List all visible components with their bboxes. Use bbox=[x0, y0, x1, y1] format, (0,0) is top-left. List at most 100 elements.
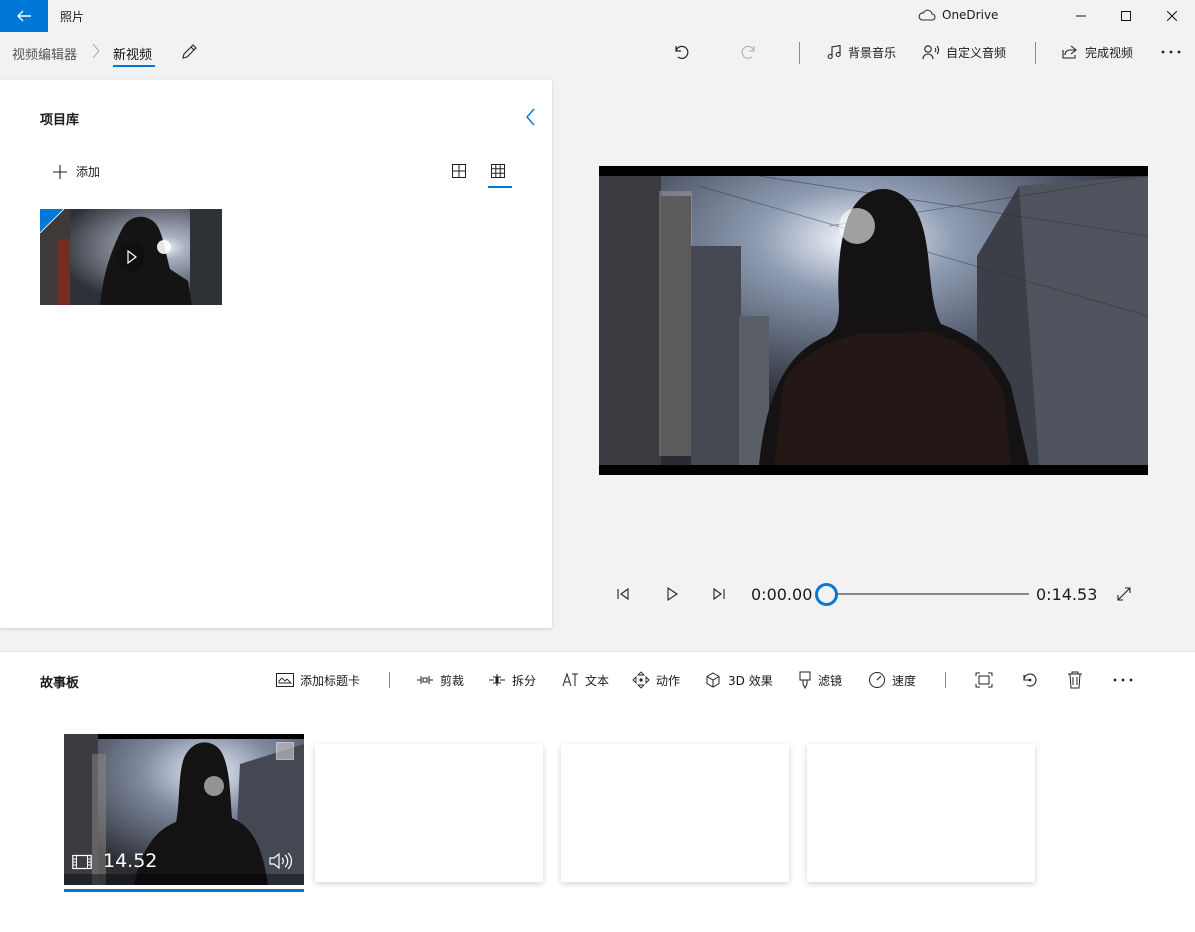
large-grid-view-button[interactable] bbox=[451, 163, 467, 182]
empty-clip-slot bbox=[315, 744, 543, 882]
trash-icon bbox=[1068, 671, 1082, 689]
video-frame-image bbox=[599, 166, 1148, 475]
step-back-icon bbox=[617, 587, 629, 601]
next-frame-button[interactable] bbox=[711, 586, 727, 605]
filter-brush-icon bbox=[799, 671, 811, 689]
grid-large-icon bbox=[452, 164, 466, 178]
storyboard-title: 故事板 bbox=[40, 676, 80, 691]
expand-icon bbox=[1117, 587, 1131, 601]
rotate-button[interactable] bbox=[1021, 669, 1039, 691]
custom-audio-label: 自定义音频 bbox=[946, 45, 1007, 60]
redo-button[interactable] bbox=[740, 40, 758, 64]
empty-clip-slot bbox=[561, 744, 789, 882]
redo-icon bbox=[741, 45, 755, 59]
finish-video-label: 完成视频 bbox=[1085, 45, 1134, 60]
storyboard-more-button[interactable] bbox=[1113, 669, 1133, 691]
add-title-card-button[interactable]: 添加标题卡 bbox=[276, 669, 360, 691]
speed-button[interactable]: 速度 bbox=[868, 669, 916, 691]
step-forward-icon bbox=[713, 587, 725, 601]
speed-label: 速度 bbox=[892, 673, 917, 688]
3d-effects-button[interactable]: 3D 效果 bbox=[704, 669, 773, 691]
seek-thumb[interactable] bbox=[814, 583, 838, 606]
chevron-right-icon bbox=[91, 42, 101, 63]
library-video-thumbnail[interactable] bbox=[40, 209, 222, 305]
film-strip-icon bbox=[72, 854, 92, 870]
split-label: 拆分 bbox=[512, 673, 537, 688]
view-selected-underline bbox=[488, 186, 512, 188]
add-title-card-label: 添加标题卡 bbox=[300, 673, 361, 688]
chevron-left-icon bbox=[526, 108, 535, 126]
current-time: 0:00.00 bbox=[751, 585, 813, 604]
delete-button[interactable] bbox=[1067, 669, 1083, 691]
play-icon bbox=[667, 586, 678, 602]
motion-label: 动作 bbox=[656, 673, 681, 688]
onedrive-status[interactable]: OneDrive bbox=[918, 8, 998, 22]
selected-corner-icon bbox=[40, 209, 64, 233]
play-icon bbox=[116, 242, 146, 272]
storyboard-clip[interactable] bbox=[64, 734, 304, 885]
clip-selected-underline bbox=[64, 889, 304, 892]
title-bar bbox=[0, 0, 1195, 32]
project-library-panel: 项目库 添加 bbox=[0, 80, 552, 628]
title-card-icon bbox=[276, 673, 294, 687]
filters-label: 滤镜 bbox=[818, 673, 843, 688]
background-music-button[interactable]: 背景音乐 bbox=[826, 40, 896, 64]
storyboard-panel: 故事板 添加标题卡 剪裁 拆分 文本 动作 3D 效果 滤镜 速度 14.52 bbox=[0, 651, 1195, 932]
music-note-icon bbox=[827, 44, 841, 60]
fullscreen-button[interactable] bbox=[1116, 586, 1132, 605]
text-label: 文本 bbox=[585, 673, 610, 688]
storyboard-divider bbox=[945, 672, 946, 688]
crop-frame-icon bbox=[975, 672, 993, 688]
remove-black-bars-button[interactable] bbox=[975, 669, 993, 691]
collapse-library-button[interactable] bbox=[524, 107, 538, 130]
more-options-button[interactable] bbox=[1161, 40, 1181, 64]
motion-button[interactable]: 动作 bbox=[632, 669, 680, 691]
storyboard-divider bbox=[389, 672, 390, 688]
clip-select-checkbox[interactable] bbox=[276, 742, 294, 760]
motion-icon bbox=[632, 671, 650, 689]
trim-icon bbox=[417, 676, 433, 684]
breadcrumb-underline bbox=[113, 65, 155, 67]
background-music-label: 背景音乐 bbox=[848, 45, 897, 60]
breadcrumb-root[interactable]: 视频编辑器 bbox=[12, 44, 77, 63]
more-horizontal-icon bbox=[1161, 50, 1181, 54]
arrow-left-icon bbox=[17, 10, 31, 22]
grid-small-icon bbox=[491, 164, 505, 178]
close-icon bbox=[1167, 11, 1177, 21]
breadcrumb-current[interactable]: 新视频 bbox=[113, 44, 152, 63]
finish-video-button[interactable]: 完成视频 bbox=[1061, 40, 1133, 64]
volume-icon[interactable] bbox=[268, 852, 292, 870]
minimize-button[interactable] bbox=[1058, 0, 1104, 32]
filters-button[interactable]: 滤镜 bbox=[798, 669, 842, 691]
maximize-button[interactable] bbox=[1103, 0, 1149, 32]
text-button[interactable]: 文本 bbox=[561, 669, 609, 691]
minimize-icon bbox=[1076, 15, 1086, 17]
add-media-button[interactable]: 添加 bbox=[52, 163, 100, 180]
split-button[interactable]: 拆分 bbox=[488, 669, 536, 691]
cloud-icon bbox=[918, 9, 936, 21]
speedometer-icon bbox=[869, 672, 885, 688]
clip-duration: 14.52 bbox=[103, 850, 158, 872]
rename-button[interactable] bbox=[180, 43, 198, 64]
onedrive-label: OneDrive bbox=[942, 8, 999, 22]
plus-icon bbox=[53, 164, 67, 179]
pencil-icon bbox=[182, 44, 197, 59]
maximize-icon bbox=[1121, 11, 1131, 21]
small-grid-view-button[interactable] bbox=[490, 163, 506, 182]
more-horizontal-icon bbox=[1113, 678, 1133, 682]
previous-frame-button[interactable] bbox=[615, 586, 631, 605]
library-title: 项目库 bbox=[40, 113, 80, 128]
close-button[interactable] bbox=[1149, 0, 1195, 32]
toolbar-divider bbox=[1035, 42, 1036, 64]
custom-audio-button[interactable]: 自定义音频 bbox=[922, 40, 1006, 64]
seek-bar[interactable] bbox=[826, 593, 1029, 595]
trim-button[interactable]: 剪裁 bbox=[416, 669, 464, 691]
add-media-label: 添加 bbox=[76, 165, 101, 179]
undo-button[interactable] bbox=[672, 40, 690, 64]
undo-icon bbox=[675, 45, 689, 59]
back-button[interactable] bbox=[0, 0, 48, 32]
video-preview[interactable] bbox=[599, 166, 1148, 475]
share-icon bbox=[1062, 45, 1077, 59]
play-button[interactable] bbox=[664, 586, 680, 605]
text-icon bbox=[562, 672, 578, 687]
